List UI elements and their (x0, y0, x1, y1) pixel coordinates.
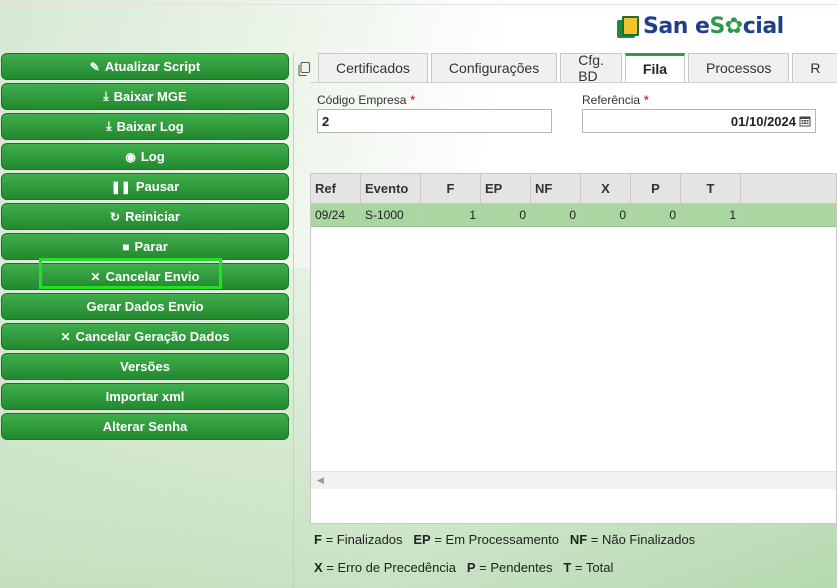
download-icon: ⤓ (106, 119, 112, 133)
column-header-empty (741, 174, 836, 203)
empresa-field[interactable]: 2 (317, 109, 552, 133)
legend-line-2: X = Erro de Precedência P = Pendentes T … (314, 560, 614, 575)
tab-certificados[interactable]: Certificados (318, 53, 428, 82)
table-header: Ref Evento F EP NF X P T (311, 174, 836, 204)
legend-line-1: F = Finalizados EP = Em Processamento NF… (314, 532, 696, 547)
copy-icon[interactable] (298, 62, 310, 76)
close-icon: ✕ (60, 329, 71, 344)
table-cell: 1 (421, 204, 481, 226)
tab-r[interactable]: R (792, 53, 837, 82)
download-icon: ⤓ (103, 89, 109, 103)
table-cell: 0 (631, 204, 681, 226)
column-header[interactable]: EP (481, 174, 531, 203)
calendar-icon[interactable] (799, 115, 811, 127)
eye-icon: ◉ (125, 149, 136, 164)
logo-o-icon: ✿ (724, 14, 743, 39)
column-header[interactable]: F (421, 174, 481, 203)
atualizar-script-button[interactable]: ✎ Atualizar Script (1, 53, 289, 80)
table-row[interactable]: 09/24 S-1000 1 0 0 0 0 1 (311, 204, 836, 227)
stop-icon: ■ (122, 239, 130, 254)
column-header[interactable]: Evento (361, 174, 421, 203)
empresa-label: Código Empresa * (317, 93, 416, 107)
column-header[interactable]: X (581, 174, 631, 203)
column-header[interactable]: T (681, 174, 741, 203)
reiniciar-button[interactable]: ↻ Reiniciar (1, 203, 289, 230)
parar-button[interactable]: ■ Parar (1, 233, 289, 260)
column-header[interactable]: P (631, 174, 681, 203)
tab-bar: Certificados Configurações Cfg. BD Fila … (318, 52, 837, 84)
refresh-icon: ↻ (110, 209, 121, 224)
table-cell: 0 (481, 204, 531, 226)
gerar-dados-envio-button[interactable]: Gerar Dados Envio (1, 293, 289, 320)
referencia-field[interactable]: 01/10/2024 (582, 109, 816, 133)
logo-text: San eS✿cial (643, 14, 784, 39)
tab-configuracoes[interactable]: Configurações (430, 53, 558, 82)
importar-xml-button[interactable]: Importar xml (1, 383, 289, 410)
column-header[interactable]: NF (531, 174, 581, 203)
baixar-log-button[interactable]: ⤓ Baixar Log (1, 113, 289, 140)
app-logo: San eS✿cial (617, 14, 784, 39)
tab-processos[interactable]: Processos (688, 53, 790, 82)
column-header[interactable]: Ref (311, 174, 361, 203)
table-cell: 0 (531, 204, 581, 226)
log-button[interactable]: ◉ Log (1, 143, 289, 170)
table-cell: 0 (581, 204, 631, 226)
queue-table: Ref Evento F EP NF X P T 09/24 S-1000 1 … (310, 173, 837, 524)
table-cell: 09/24 (311, 204, 361, 226)
table-cell-empty (741, 204, 836, 226)
baixar-mge-button[interactable]: ⤓ Baixar MGE (1, 83, 289, 110)
referencia-label: Referência * (582, 93, 649, 107)
table-cell: S-1000 (361, 204, 421, 226)
cancelar-envio-button[interactable]: ✕ Cancelar Envio (1, 263, 289, 290)
alterar-senha-button[interactable]: Alterar Senha (1, 413, 289, 440)
pause-icon: ❚❚ (110, 179, 131, 194)
tabs-underline (310, 82, 837, 83)
scroll-left-icon[interactable]: ◀ (317, 475, 324, 486)
logo-icon (617, 15, 639, 38)
horizontal-scrollbar[interactable]: ◀ (311, 471, 836, 489)
tab-cfg-bd[interactable]: Cfg. BD (560, 52, 622, 84)
panel-divider (293, 53, 294, 588)
tab-fila[interactable]: Fila (624, 53, 686, 82)
cancelar-geracao-dados-button[interactable]: ✕ Cancelar Geração Dados (1, 323, 289, 350)
table-cell: 1 (681, 204, 741, 226)
close-icon: ✕ (90, 269, 101, 284)
pencil-icon: ✎ (89, 59, 100, 74)
versoes-button[interactable]: Versões (1, 353, 289, 380)
pausar-button[interactable]: ❚❚ Pausar (1, 173, 289, 200)
sidebar: ✎ Atualizar Script ⤓ Baixar MGE ⤓ Baixar Lo… (1, 53, 289, 443)
top-border (0, 4, 837, 5)
